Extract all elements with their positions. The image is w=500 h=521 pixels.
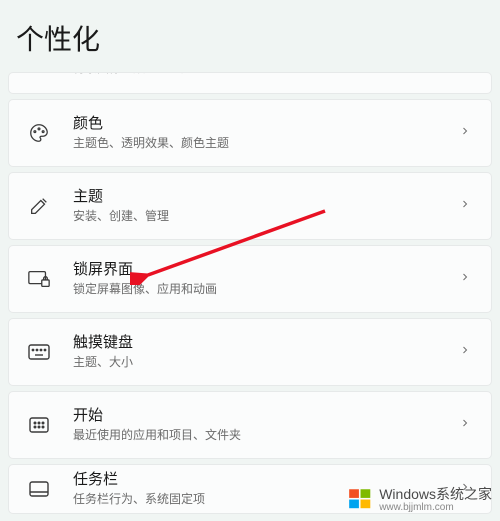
settings-item-themes[interactable]: 主题 安装、创建、管理 <box>8 172 492 240</box>
item-title: 触摸键盘 <box>73 333 459 353</box>
item-desc: 背景图像、颜色、主题 <box>73 72 473 77</box>
watermark-suffix: 系统之家 <box>436 486 492 502</box>
settings-item-background[interactable]: 背景图像、颜色、主题 <box>8 72 492 94</box>
settings-item-colors[interactable]: 颜色 主题色、透明效果、颜色主题 <box>8 99 492 167</box>
settings-item-lockscreen[interactable]: 锁屏界面 锁定屏幕图像、应用和动画 <box>8 245 492 313</box>
brush-icon <box>27 194 51 218</box>
item-title: 锁屏界面 <box>73 260 459 280</box>
windows-logo-icon <box>347 486 373 512</box>
item-desc: 主题、大小 <box>73 355 459 371</box>
taskbar-icon <box>27 477 51 501</box>
watermark-url: www.bjjmlm.com <box>379 502 492 513</box>
chevron-right-icon <box>459 343 473 361</box>
item-desc: 安装、创建、管理 <box>73 209 459 225</box>
settings-list: 背景图像、颜色、主题 颜色 主题色、透明效果、颜色主题 主题 安装、创建、管理 <box>0 72 500 514</box>
item-desc: 最近使用的应用和项目、文件夹 <box>73 428 459 444</box>
chevron-right-icon <box>459 416 473 434</box>
item-title: 颜色 <box>73 114 459 134</box>
chevron-right-icon <box>459 197 473 215</box>
watermark: Windows系统之家 www.bjjmlm.com <box>347 484 492 513</box>
item-desc: 主题色、透明效果、颜色主题 <box>73 136 459 152</box>
chevron-right-icon <box>459 124 473 142</box>
palette-icon <box>27 121 51 145</box>
page-title: 个性化 <box>0 0 500 72</box>
settings-item-start[interactable]: 开始 最近使用的应用和项目、文件夹 <box>8 391 492 459</box>
item-desc: 锁定屏幕图像、应用和动画 <box>73 282 459 298</box>
watermark-brand: Windows <box>379 486 436 502</box>
chevron-right-icon <box>459 270 473 288</box>
keyboard-icon <box>27 340 51 364</box>
item-title: 主题 <box>73 187 459 207</box>
item-title: 开始 <box>73 406 459 426</box>
settings-item-touchkeyboard[interactable]: 触摸键盘 主题、大小 <box>8 318 492 386</box>
lockscreen-icon <box>27 267 51 291</box>
start-icon <box>27 413 51 437</box>
